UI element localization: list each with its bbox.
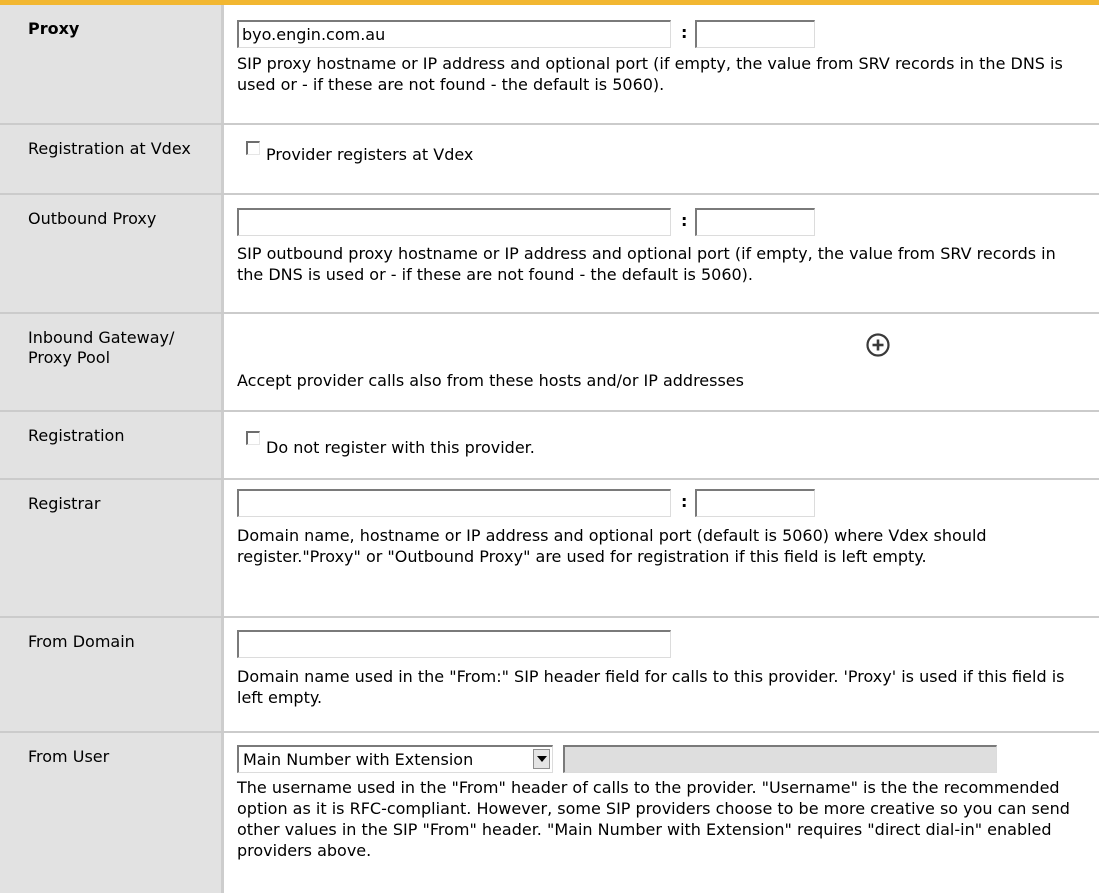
registration-label: Registration bbox=[0, 412, 224, 478]
from-domain-label: From Domain bbox=[0, 618, 224, 731]
from-domain-row: From Domain Domain name used in the "Fro… bbox=[0, 618, 1099, 731]
inbound-gateway-row: Inbound Gateway/ Proxy Pool Accept provi… bbox=[0, 314, 1099, 410]
proxy-row: Proxy : SIP proxy hostname or IP address… bbox=[0, 5, 1099, 123]
do-not-register-checkbox[interactable] bbox=[246, 431, 260, 445]
inbound-gateway-description: Accept provider calls also from these ho… bbox=[237, 371, 744, 390]
from-domain-input[interactable] bbox=[237, 630, 671, 658]
from-user-text-input bbox=[563, 745, 997, 773]
outbound-proxy-port-input[interactable] bbox=[695, 208, 815, 236]
proxy-description: SIP proxy hostname or IP address and opt… bbox=[237, 54, 1063, 94]
registrar-port-input[interactable] bbox=[695, 489, 815, 517]
do-not-register-checkbox-label: Do not register with this provider. bbox=[266, 438, 535, 457]
from-user-description: The username used in the "From" header o… bbox=[237, 778, 1070, 860]
proxy-port-input[interactable] bbox=[695, 20, 815, 48]
proxy-port-separator: : bbox=[681, 23, 688, 42]
registrar-port-separator: : bbox=[681, 492, 688, 511]
proxy-label: Proxy bbox=[0, 5, 224, 123]
outbound-proxy-host-input[interactable] bbox=[237, 208, 671, 236]
chevron-down-icon[interactable] bbox=[533, 749, 550, 769]
from-user-row: From User Main Number with Extension The… bbox=[0, 733, 1099, 893]
from-domain-description: Domain name used in the "From:" SIP head… bbox=[237, 667, 1065, 707]
registrar-host-input[interactable] bbox=[237, 489, 671, 517]
registrar-row: Registrar : Domain name, hostname or IP … bbox=[0, 480, 1099, 616]
outbound-proxy-row: Outbound Proxy : SIP outbound proxy host… bbox=[0, 195, 1099, 312]
registration-at-label: Registration at Vdex bbox=[0, 125, 224, 193]
outbound-proxy-port-separator: : bbox=[681, 211, 688, 230]
registration-row: Registration Do not register with this p… bbox=[0, 412, 1099, 478]
outbound-proxy-description: SIP outbound proxy hostname or IP addres… bbox=[237, 244, 1056, 284]
from-user-select-value: Main Number with Extension bbox=[243, 750, 474, 769]
proxy-host-input[interactable] bbox=[237, 20, 671, 48]
outbound-proxy-label: Outbound Proxy bbox=[0, 195, 224, 312]
registrar-description: Domain name, hostname or IP address and … bbox=[237, 526, 987, 566]
registrar-label: Registrar bbox=[0, 480, 224, 616]
from-user-select[interactable]: Main Number with Extension bbox=[237, 745, 553, 773]
inbound-gateway-label: Inbound Gateway/ Proxy Pool bbox=[0, 314, 224, 410]
registration-at-row: Registration at Vdex Provider registers … bbox=[0, 125, 1099, 193]
plus-circle-icon[interactable] bbox=[865, 332, 891, 358]
provider-registers-checkbox[interactable] bbox=[246, 141, 260, 155]
from-user-label: From User bbox=[0, 733, 224, 893]
provider-registers-checkbox-label: Provider registers at Vdex bbox=[266, 145, 474, 164]
